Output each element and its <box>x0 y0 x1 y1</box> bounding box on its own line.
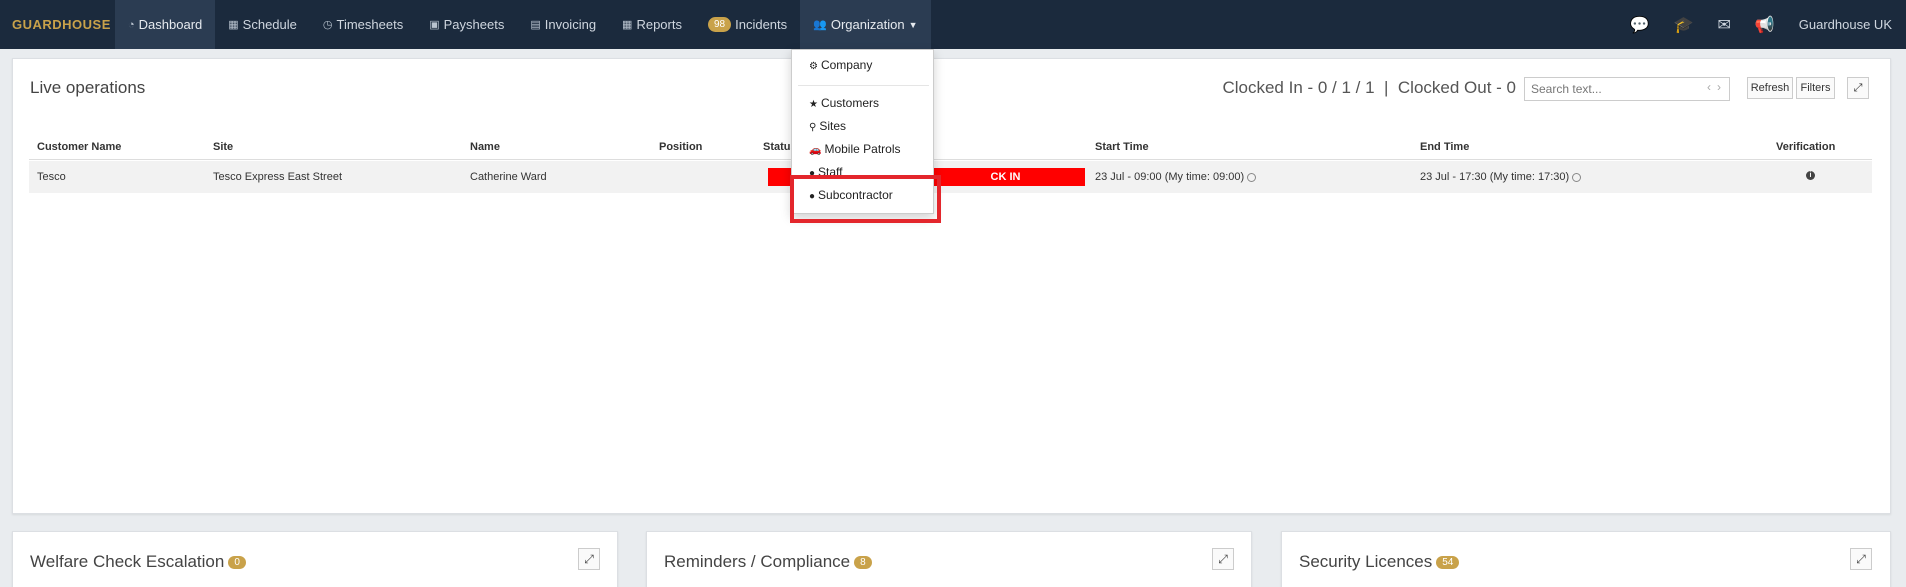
search-nav-arrows[interactable]: ‹› <box>1707 80 1727 94</box>
panel-title: Security Licences 54 <box>1299 552 1460 572</box>
search-input[interactable] <box>1524 77 1730 101</box>
security-licences-panel: Security Licences 54 ⤢ <box>1281 531 1891 587</box>
status-text: CK IN <box>990 171 1021 183</box>
table-icon: ▦ <box>622 19 633 31</box>
nav-invoicing[interactable]: ▤ Invoicing <box>517 0 609 49</box>
invoice-icon: ▤ <box>530 19 541 31</box>
menu-item-label: Company <box>820 58 873 72</box>
live-operations-panel: Live operations Clocked In - 0 / 1 / 1 |… <box>12 58 1891 514</box>
cell-name: Catherine Ward <box>470 171 547 183</box>
filters-button[interactable]: Filters <box>1796 77 1835 99</box>
users-icon: 👥 <box>813 19 827 31</box>
end-time: 23 Jul - 17:30 (My time: 17:30) <box>1420 171 1570 183</box>
menu-divider <box>798 85 929 86</box>
panel-title-text: Reminders / Compliance <box>664 552 851 571</box>
menu-item-label: Customers <box>820 96 879 110</box>
megaphone-icon[interactable]: 📢 <box>1743 15 1787 35</box>
cell-end: 23 Jul - 17:30 (My time: 17:30) <box>1420 171 1582 183</box>
col-end[interactable]: End Time <box>1420 141 1469 153</box>
menu-item-company[interactable]: ⚙ Company <box>809 58 872 72</box>
panel-title: Welfare Check Escalation 0 <box>30 552 246 572</box>
nav-dashboard[interactable]: ◔ Dashboard <box>115 0 216 49</box>
nav-timesheets[interactable]: ◷ Timesheets <box>310 0 416 49</box>
clock-icon <box>1247 172 1257 182</box>
envelope-icon[interactable]: ✉ <box>1705 15 1742 35</box>
map-marker-icon: ⚲ <box>809 122 817 133</box>
expand-icon[interactable]: ⤢ <box>578 548 600 570</box>
panel-title-text: Security Licences <box>1299 552 1433 571</box>
refresh-button[interactable]: Refresh <box>1747 77 1793 99</box>
col-verification[interactable]: Verification <box>1776 141 1835 153</box>
calendar-icon: ▦ <box>228 19 239 31</box>
menu-item-sites[interactable]: ⚲ Sites <box>809 119 846 133</box>
nav-paysheets[interactable]: ▣ Paysheets <box>416 0 517 49</box>
expand-icon[interactable]: ⤢ <box>1850 548 1872 570</box>
reminders-panel: Reminders / Compliance 8 ⤢ <box>646 531 1252 587</box>
caret-down-icon: ▼ <box>908 19 918 30</box>
graduation-cap-icon[interactable]: 🎓 <box>1662 15 1706 35</box>
panel-title: Reminders / Compliance 8 <box>664 552 872 572</box>
incidents-count-badge: 98 <box>707 17 732 32</box>
expand-icon[interactable]: ⤢ <box>1847 77 1869 99</box>
cell-site: Tesco Express East Street <box>213 171 342 183</box>
money-icon: ▣ <box>429 19 440 31</box>
table-header: Customer Name Site Name Position Status … <box>29 134 1872 160</box>
nav-schedule[interactable]: ▦ Schedule <box>215 0 310 49</box>
menu-item-label: Mobile Patrols <box>824 142 901 156</box>
car-icon: 🚗 <box>809 145 822 156</box>
cell-customer: Tesco <box>37 171 66 183</box>
menu-item-mobile-patrols[interactable]: 🚗 Mobile Patrols <box>809 142 900 156</box>
menu-item-customers[interactable]: ★ Customers <box>809 96 879 110</box>
nav-label: Timesheets <box>336 17 404 32</box>
star-icon: ★ <box>809 99 818 110</box>
nav-label: Dashboard <box>138 17 203 32</box>
nav-reports[interactable]: ▦ Reports <box>609 0 695 49</box>
col-start[interactable]: Start Time <box>1095 141 1149 153</box>
user-menu[interactable]: Guardhouse UK <box>1787 17 1906 32</box>
col-position[interactable]: Position <box>659 141 702 153</box>
col-customer[interactable]: Customer Name <box>37 141 121 153</box>
highlight-box <box>790 175 941 223</box>
gear-icon: ⚙ <box>809 61 818 72</box>
clocked-summary: Clocked In - 0 / 1 / 1 | Clocked Out - 0 <box>1222 78 1516 97</box>
top-navbar: GUARDHOUSE ◔ Dashboard ▦ Schedule ◷ Timeshe… <box>0 0 1906 49</box>
chat-icon[interactable]: 💬 <box>1618 15 1662 35</box>
clock-icon: ◷ <box>322 19 333 31</box>
nav-label: Incidents <box>735 17 788 32</box>
start-time: 23 Jul - 09:00 (My time: 09:00) <box>1095 171 1245 183</box>
nav-label: Paysheets <box>443 17 505 32</box>
info-icon[interactable]: i <box>1806 171 1815 180</box>
menu-item-label: Sites <box>819 119 847 133</box>
nav-label: Organization <box>830 17 905 32</box>
nav-label: Schedule <box>242 17 297 32</box>
brand-logo[interactable]: GUARDHOUSE <box>0 17 115 32</box>
expand-icon[interactable]: ⤢ <box>1212 548 1234 570</box>
clock-icon <box>1572 172 1582 182</box>
col-name[interactable]: Name <box>470 141 500 153</box>
nav-incidents[interactable]: 98 Incidents <box>695 0 800 49</box>
welfare-check-panel: Welfare Check Escalation 0 ⤢ <box>12 531 618 587</box>
nav-label: Invoicing <box>544 17 597 32</box>
table-row[interactable]: Tesco Tesco Express East Street Catherin… <box>29 161 1872 193</box>
panel-title-text: Welfare Check Escalation <box>30 552 225 571</box>
nav-organization[interactable]: 👥 Organization ▼ <box>800 0 931 49</box>
panel-title: Live operations <box>30 78 146 97</box>
cell-start: 23 Jul - 09:00 (My time: 09:00) <box>1095 171 1257 183</box>
nav-label: Reports <box>636 17 682 32</box>
count-badge: 54 <box>1436 556 1460 570</box>
count-badge: 8 <box>854 556 872 570</box>
col-site[interactable]: Site <box>213 141 233 153</box>
count-badge: 0 <box>228 556 246 570</box>
dashboard-icon: ◔ <box>128 18 135 31</box>
